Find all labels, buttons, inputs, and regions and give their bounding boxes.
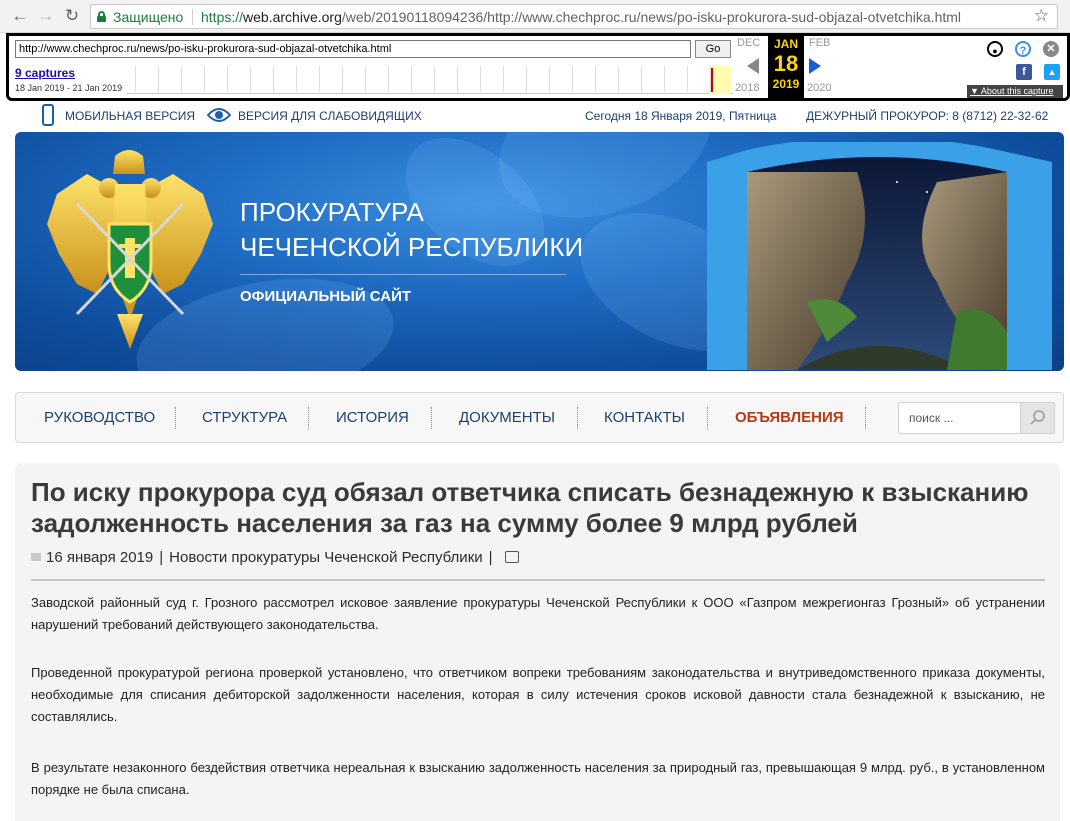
mobile-version-link[interactable]: МОБИЛЬНАЯ ВЕРСИЯ <box>65 109 195 123</box>
lock-icon <box>97 11 106 22</box>
reload-icon[interactable]: ↻ <box>62 6 82 26</box>
sparkline-tick <box>618 66 619 92</box>
prev-month[interactable]: DEC <box>737 37 760 49</box>
article-paragraph: Проведенной прокуратурой региона проверк… <box>31 665 1045 724</box>
emblem-logo <box>47 150 213 349</box>
cave-photo <box>707 142 1052 370</box>
article-category-link[interactable]: Новости прокуратуры Чеченской Республики <box>169 549 483 566</box>
divider <box>865 407 866 429</box>
sparkline-tick <box>135 66 136 92</box>
back-arrow-icon[interactable]: ← <box>10 6 30 26</box>
bookmark-star-icon[interactable]: ☆ <box>1034 6 1049 26</box>
sparkline-tick <box>572 66 573 92</box>
prev-capture-icon[interactable] <box>747 58 759 74</box>
site-banner: ПРОКУРАТУРА ЧЕЧЕНСКОЙ РЕСПУБЛИКИ ОФИЦИАЛ… <box>15 132 1064 371</box>
next-capture-icon[interactable] <box>809 58 821 74</box>
search-placeholder: поиск ... <box>909 411 954 425</box>
sparkline-tick <box>687 66 688 92</box>
banner-title: ПРОКУРАТУРА ЧЕЧЕНСКОЙ РЕСПУБЛИКИ <box>240 197 584 262</box>
divider <box>577 407 578 429</box>
capture-sparkline[interactable] <box>127 64 733 94</box>
sparkline-tick <box>411 66 412 92</box>
sparkline-tick <box>388 66 389 92</box>
sparkline-tick <box>434 66 435 92</box>
wayback-url-input[interactable] <box>15 40 691 58</box>
user-icon[interactable]: ● <box>987 41 1003 57</box>
divider <box>308 407 309 429</box>
today-date: Сегодня 18 Января 2019, Пятница <box>585 109 777 123</box>
sparkline-tick <box>158 66 159 92</box>
print-icon[interactable] <box>504 551 519 563</box>
forward-arrow-icon[interactable]: → <box>36 6 56 26</box>
prev-year[interactable]: 2018 <box>735 82 759 94</box>
article-paragraph: В результате незаконного бездействия отв… <box>31 760 1045 797</box>
sparkline-tick <box>457 66 458 92</box>
sparkline-tick <box>503 66 504 92</box>
sparkline-tick <box>204 66 205 92</box>
sparkline-tick <box>480 66 481 92</box>
current-capture-date: JAN 18 2019 <box>768 36 804 100</box>
sparkline-tick <box>296 66 297 92</box>
close-icon[interactable]: ✕ <box>1043 41 1059 57</box>
divider <box>431 407 432 429</box>
browser-toolbar: ← → ↻ Защищено https://web.archive.org/w… <box>0 0 1070 33</box>
divider <box>707 407 708 429</box>
article-title: По иску прокурора суд обязал ответчика с… <box>31 477 1029 538</box>
article-date: 16 января 2019 <box>46 549 154 566</box>
search-icon <box>1030 410 1045 425</box>
main-menu: РУКОВОДСТВО СТРУКТУРА ИСТОРИЯ ДОКУМЕНТЫ … <box>15 392 1064 443</box>
article: По иску прокурора суд обязал ответчика с… <box>15 463 1060 821</box>
next-month[interactable]: FEB <box>809 37 830 49</box>
url-text[interactable]: https://web.archive.org/web/201901180942… <box>201 9 961 25</box>
article-paragraph: Заводской районный суд г. Грозного рассм… <box>31 595 1045 632</box>
accessible-version-link[interactable]: ВЕРСИЯ ДЛЯ СЛАБОВИДЯЩИХ <box>238 109 422 123</box>
sparkline-tick <box>250 66 251 92</box>
sparkline-tick <box>641 66 642 92</box>
divider <box>192 9 193 25</box>
sparkline-tick <box>664 66 665 92</box>
duty-prosecutor-phone: ДЕЖУРНЫЙ ПРОКУРОР: 8 (8712) 22-32-62 <box>806 109 1049 123</box>
menu-item-documents[interactable]: ДОКУМЕНТЫ <box>459 409 555 426</box>
sparkline-tick <box>526 66 527 92</box>
sparkline-tick <box>181 66 182 92</box>
menu-item-leadership[interactable]: РУКОВОДСТВО <box>44 409 155 426</box>
sparkline-tick <box>710 66 711 92</box>
sparkline-tick <box>273 66 274 92</box>
twitter-icon[interactable]: ▲ <box>1044 64 1060 80</box>
top-strip: МОБИЛЬНАЯ ВЕРСИЯ ВЕРСИЯ ДЛЯ СЛАБОВИДЯЩИХ… <box>0 103 1070 131</box>
divider <box>31 579 1045 581</box>
menu-item-history[interactable]: ИСТОРИЯ <box>336 409 409 426</box>
sparkline-tick <box>227 66 228 92</box>
sparkline-tick <box>319 66 320 92</box>
captures-link[interactable]: 9 captures <box>15 66 75 80</box>
banner-divider <box>240 274 566 275</box>
next-year[interactable]: 2020 <box>807 82 831 94</box>
sparkline-tick <box>365 66 366 92</box>
sparkline-tick <box>549 66 550 92</box>
menu-item-structure[interactable]: СТРУКТУРА <box>202 409 287 426</box>
sparkline-tick <box>342 66 343 92</box>
go-button[interactable]: Go <box>695 40 731 58</box>
menu-item-announcements[interactable]: ОБЪЯВЛЕНИЯ <box>735 409 844 426</box>
address-bar[interactable]: Защищено https://web.archive.org/web/201… <box>90 4 1058 29</box>
wayback-toolbar: Go 9 captures 18 Jan 2019 - 21 Jan 2019 … <box>6 33 1070 101</box>
divider <box>175 407 176 429</box>
calendar-icon <box>31 553 41 561</box>
facebook-icon[interactable]: f <box>1016 64 1032 80</box>
secure-label: Защищено <box>113 9 184 25</box>
article-meta: 16 января 2019 | Новости прокуратуры Чечен… <box>31 549 519 566</box>
sparkline-tick <box>595 66 596 92</box>
capture-range: 18 Jan 2019 - 21 Jan 2019 <box>15 83 123 93</box>
help-icon[interactable]: ? <box>1015 41 1031 57</box>
about-capture-link[interactable]: ▼ About this capture <box>967 85 1063 98</box>
search-button[interactable] <box>1020 403 1054 433</box>
search-input[interactable]: поиск ... <box>898 402 1055 434</box>
banner-subtitle: ОФИЦИАЛЬНЫЙ САЙТ <box>240 288 412 305</box>
menu-item-contacts[interactable]: КОНТАКТЫ <box>604 409 685 426</box>
